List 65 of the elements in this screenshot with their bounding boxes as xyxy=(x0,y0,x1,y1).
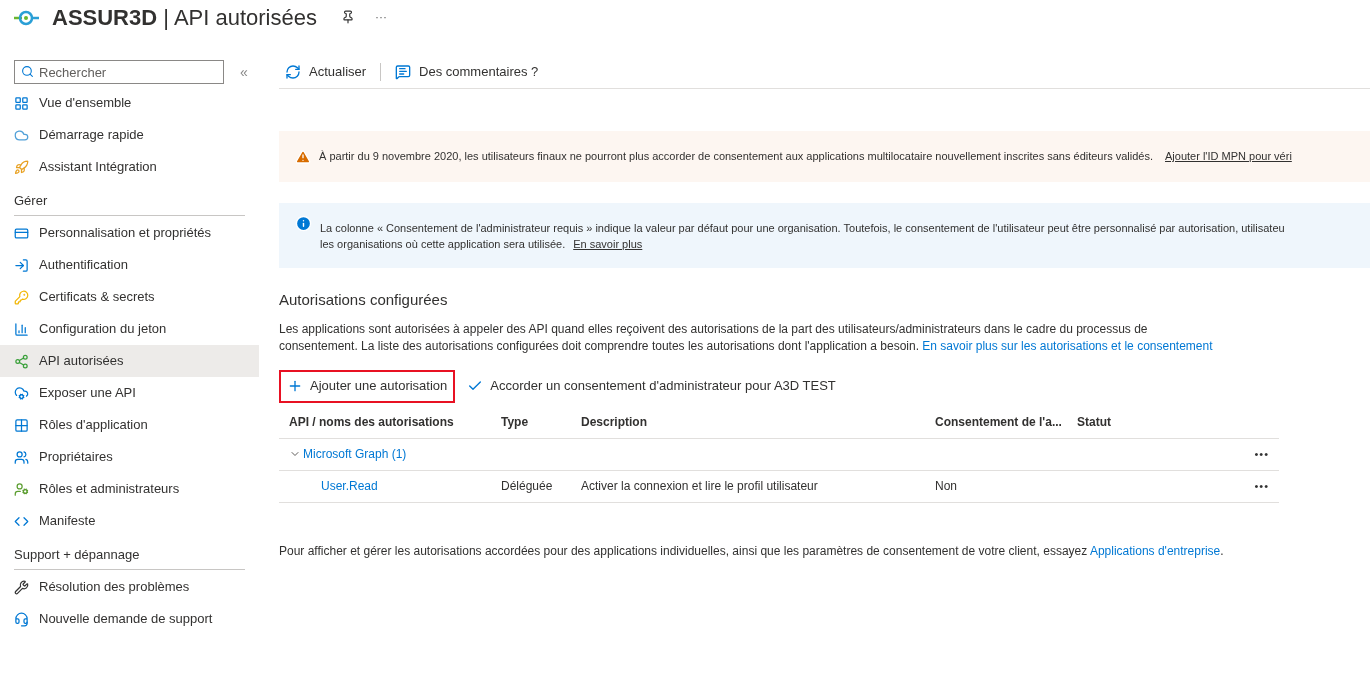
table-cell: Déléguée xyxy=(501,479,553,493)
nav-item[interactable]: Exposer une API xyxy=(0,377,259,409)
card-icon xyxy=(14,225,29,241)
rocket-icon xyxy=(14,159,29,175)
column-header[interactable]: Statut xyxy=(1077,412,1227,431)
feedback-button[interactable]: Des commentaires ? xyxy=(389,61,545,82)
nav-item[interactable]: Propriétaires xyxy=(0,441,259,473)
column-header[interactable]: API / noms des autorisations xyxy=(289,412,501,431)
plus-icon xyxy=(287,378,303,394)
learn-more-link[interactable]: En savoir plus xyxy=(573,235,643,252)
section-heading: Support + dépannage xyxy=(14,544,245,570)
info-text: les organisations où cette application sera utilisée. xyxy=(320,236,566,252)
more-button[interactable]: ••• xyxy=(1254,445,1269,463)
search-field[interactable]: Rechercher xyxy=(14,60,224,84)
nav-item[interactable]: Rôles d'application xyxy=(0,409,259,441)
refresh-button[interactable]: Actualiser xyxy=(279,61,373,82)
feedback-icon xyxy=(395,63,412,80)
column-header[interactable]: Description xyxy=(581,412,935,431)
nav-item[interactable]: Résolution des problèmes xyxy=(0,571,259,603)
key-icon xyxy=(14,289,29,305)
table-cell: Non xyxy=(935,479,957,493)
nav-item[interactable]: Nouvelle demande de support xyxy=(0,603,259,635)
cloud-icon xyxy=(14,385,29,401)
section-heading: Gérer xyxy=(14,190,245,216)
api-group-link[interactable]: Microsoft Graph (1) xyxy=(289,445,407,463)
page-title: ASSUR3D | API autorisées xyxy=(52,3,317,32)
nav-item[interactable]: Manifeste xyxy=(0,505,259,537)
bars-icon xyxy=(14,321,29,337)
search-icon xyxy=(21,65,34,78)
add-permission-button[interactable]: Ajouter une autorisation xyxy=(279,369,456,403)
warning-icon xyxy=(295,148,311,165)
nav-item[interactable]: API autorisées xyxy=(0,345,259,377)
nav-item[interactable]: Vue d'ensemble xyxy=(0,87,259,119)
cloud-icon xyxy=(14,127,29,143)
column-header[interactable]: Type xyxy=(501,412,581,431)
grid-icon xyxy=(14,95,29,111)
nav-item[interactable]: Assistant Intégration xyxy=(0,151,259,183)
grant-consent-button[interactable]: Accorder un consentement d'administrateur pour A3D TEST xyxy=(459,369,844,403)
permissions-link[interactable]: En savoir plus sur les autorisations et le consentement xyxy=(922,338,1213,353)
nav-item[interactable]: Démarrage rapide xyxy=(0,119,259,151)
grid-icon xyxy=(14,417,29,433)
table-cell: Activer la connexion et lire le profil utilisateur xyxy=(581,479,818,493)
warning-text: À partir du 9 novembre 2020, les utilisateurs finaux ne pourront plus accorder de consentement aux applications multilocataire nouvellement inscrites sans éditeurs validés. xyxy=(319,149,1153,165)
wrench-icon xyxy=(14,579,29,595)
pin-icon[interactable] xyxy=(340,10,355,24)
permission-link[interactable]: User.Read xyxy=(289,479,378,493)
info-text: La colonne « Consentement de l'administrateur requis » indique la valeur par défaut pour une organisation. Toutefois, le consentement de l'utilisateur peut être personnalisé par autorisation, utilisateu xyxy=(320,220,1285,236)
sign-in-icon xyxy=(14,257,29,273)
connector-icon xyxy=(14,353,29,369)
more-button[interactable]: ··· xyxy=(374,8,387,26)
warning-link[interactable]: Ajouter l'ID MPN pour véri xyxy=(1165,148,1292,165)
nav-item[interactable]: Configuration du jeton xyxy=(0,313,259,345)
nav-item[interactable]: Rôles et administrateurs xyxy=(0,473,259,505)
column-header[interactable]: Consentement de l'a... xyxy=(935,412,1077,431)
section-title: Autorisations configurées xyxy=(279,290,449,310)
nav-item[interactable]: Personnalisation et propriétés xyxy=(0,217,259,249)
collapse-button[interactable]: « xyxy=(240,61,248,83)
info-icon xyxy=(295,215,312,232)
section-description: Les applications sont autorisées à appeler des API quand elles reçoivent des autorisations de la part des utilisateurs/administrateurs dans le cadre du processus de consentement. La liste des autorisations configurées doit comprendre toutes les autorisations dont l'application a besoin. En savoir plus sur les autorisations et le consentement xyxy=(279,320,1214,355)
refresh-icon xyxy=(285,63,301,80)
nav-item[interactable]: Certificats & secrets xyxy=(0,281,259,313)
people-icon xyxy=(14,449,29,465)
more-button[interactable]: ••• xyxy=(1254,477,1269,495)
nav-item[interactable]: Authentification xyxy=(0,249,259,281)
footer-text: Pour afficher et gérer les autorisations accordées pour des applications individuelles, ainsi que les paramètres de consentement de votre client, essayez Applications d'entreprise. xyxy=(279,542,1225,560)
